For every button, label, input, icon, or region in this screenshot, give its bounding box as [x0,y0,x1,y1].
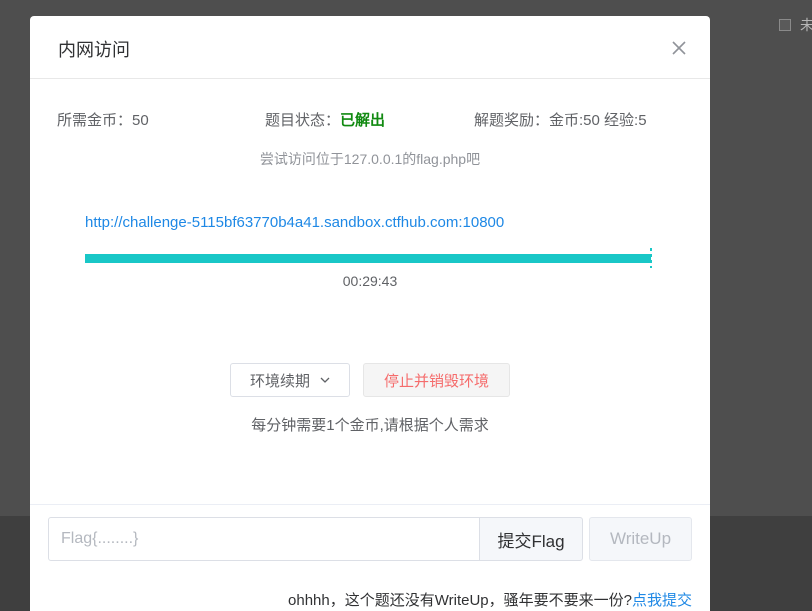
required-coins-value: 50 [132,112,149,129]
background-checkbox-label: 未 [800,17,812,33]
required-coins: 所需金币：50 [57,109,149,130]
close-button[interactable] [670,39,688,57]
time-progress-bar [85,254,651,263]
close-icon [672,41,686,55]
challenge-status: 题目状态：已解出 [265,109,385,130]
challenge-status-value: 已解出 [340,112,386,129]
challenge-status-label: 题目状态： [265,112,341,129]
submit-flag-button[interactable]: 提交Flag [479,517,583,561]
modal-title: 内网访问 [58,40,130,60]
required-coins-label: 所需金币： [57,112,133,129]
solve-reward: 解题奖励：金币:50 经验:5 [474,109,647,130]
cost-note: 每分钟需要1个金币,请根据个人需求 [251,417,489,434]
challenge-hint: 尝试访问位于127.0.0.1的flag.php吧 [259,151,481,167]
environment-url-link[interactable]: http://challenge-5115bf63770b4a41.sandbo… [85,214,504,231]
stop-destroy-environment-button[interactable]: 停止并销毁环境 [363,363,510,397]
time-progress-end-marker [650,248,652,268]
footer-divider [30,504,710,505]
writeup-note-text: ohhhh，这个题还没有WriteUp，骚年要不要来一份? [288,592,632,609]
solve-reward-value: 金币:50 经验:5 [549,112,647,129]
challenge-modal: 内网访问 所需金币：50 题目状态：已解出 解题奖励：金币:50 经验:5 尝试… [30,16,710,611]
renew-environment-label: 环境续期 [249,372,310,390]
writeup-button[interactable]: WriteUp [589,517,692,561]
chevron-down-icon [320,377,330,383]
modal-header: 内网访问 [30,16,710,79]
solve-reward-label: 解题奖励： [474,112,550,129]
submit-writeup-link[interactable]: 点我提交 [632,592,692,609]
background-checkbox[interactable] [779,19,791,31]
flag-input[interactable] [48,517,480,561]
renew-environment-dropdown[interactable]: 环境续期 [230,363,350,397]
remaining-time: 00:29:43 [342,273,398,289]
time-progress-fill [85,254,651,263]
writeup-note: ohhhh，这个题还没有WriteUp，骚年要不要来一份?点我提交 [288,589,692,610]
